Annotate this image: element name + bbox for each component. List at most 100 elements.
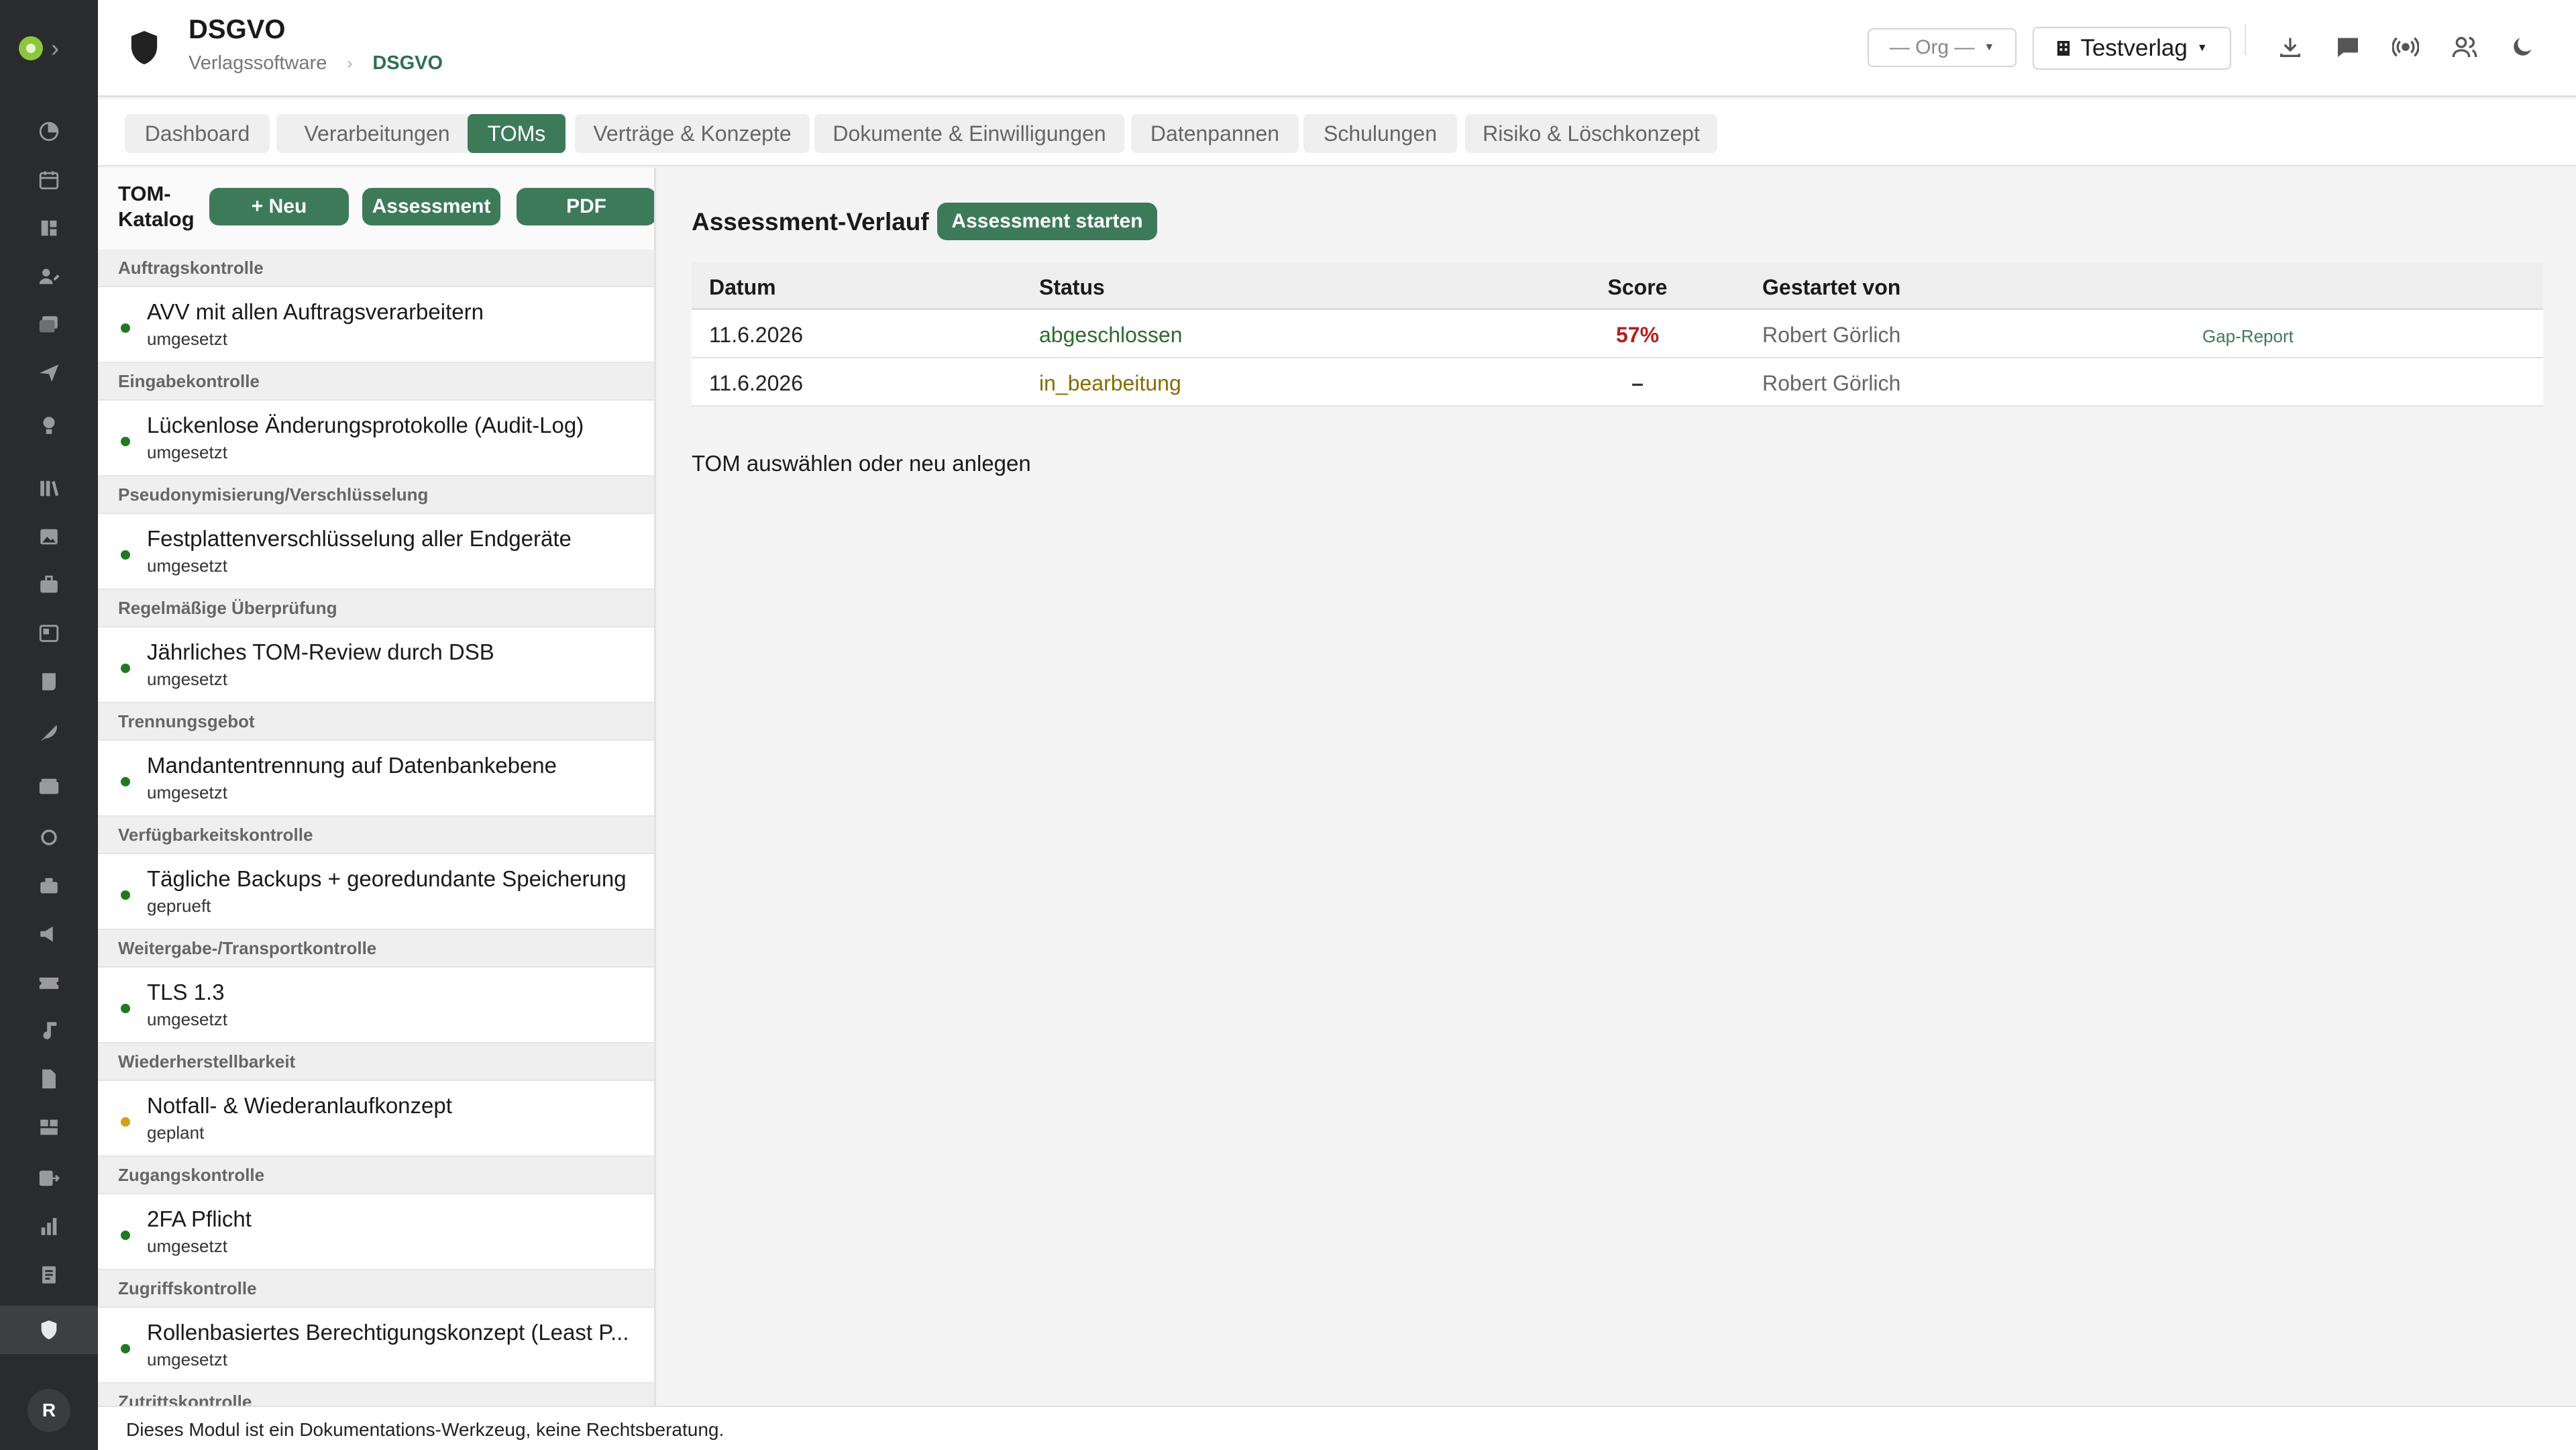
status-dot-icon	[121, 437, 130, 446]
column-header-started-by[interactable]: Gestartet von	[1762, 275, 1900, 300]
catalog-item-name: Rollenbasiertes Berechtigungskonzept (Le…	[147, 1320, 629, 1345]
catalog-item[interactable]: Jährliches TOM-Review durch DSB umgesetzt	[98, 627, 654, 703]
dark-mode-icon[interactable]	[2508, 32, 2537, 62]
catalog-item-status: umgesetzt	[147, 1349, 227, 1369]
tenant-select[interactable]: Testverlag ▼	[2033, 27, 2231, 70]
users-icon[interactable]	[2450, 32, 2479, 62]
file-icon[interactable]	[36, 1066, 62, 1092]
app-logo[interactable]	[19, 36, 43, 60]
case-icon[interactable]	[36, 872, 62, 899]
catalog-item-status: umgesetzt	[147, 669, 227, 689]
catalog-group-header: Verfügbarkeitskontrolle	[98, 817, 654, 854]
gap-report-link[interactable]: Gap-Report	[2202, 326, 2294, 347]
circle-icon[interactable]	[36, 824, 62, 851]
feather-icon[interactable]	[36, 719, 62, 746]
status-dot-icon	[121, 1004, 130, 1013]
breadcrumb-root[interactable]: Verlagssoftware	[189, 52, 327, 74]
lightbulb-icon[interactable]	[36, 412, 62, 439]
broadcast-icon[interactable]	[2391, 32, 2420, 62]
assessment-button[interactable]: Assessment	[362, 188, 500, 225]
catalog-item[interactable]: 2FA Pflicht umgesetzt	[98, 1194, 654, 1270]
cell-status: in_bearbeitung	[1039, 371, 1181, 395]
catalog-item[interactable]: Festplattenverschlüsselung aller Endgerä…	[98, 514, 654, 590]
ticket-icon[interactable]	[36, 969, 62, 996]
tab-vertraege-konzepte[interactable]: Verträge & Konzepte	[575, 114, 810, 153]
org-select[interactable]: — Org — ▼	[1868, 28, 2017, 67]
tab-schulungen[interactable]: Schulungen	[1303, 114, 1457, 153]
chat-icon[interactable]	[2333, 32, 2363, 62]
catalog-item-name: Lückenlose Änderungsprotokolle (Audit-Lo…	[147, 413, 584, 437]
catalog-item-name: 2FA Pflicht	[147, 1206, 252, 1231]
scroll-icon[interactable]	[36, 668, 62, 695]
catalog-title: TOM- Katalog	[118, 181, 195, 232]
table-header: Datum Status Score Gestartet von	[692, 263, 2543, 310]
receipt-icon[interactable]	[36, 1261, 62, 1288]
column-header-date[interactable]: Datum	[709, 275, 776, 300]
section-title: Assessment-Verlauf	[692, 208, 929, 236]
table-row[interactable]: 11.6.2026 in_bearbeitung – Robert Görlic…	[692, 358, 2543, 407]
header-divider	[2245, 24, 2246, 55]
user-avatar[interactable]: R	[28, 1389, 70, 1432]
calendar-icon[interactable]	[36, 166, 62, 193]
send-icon[interactable]	[36, 360, 62, 386]
tab-toms[interactable]: TOMs	[468, 114, 566, 153]
dashboard-icon[interactable]	[36, 118, 62, 145]
inbox-icon[interactable]	[36, 311, 62, 338]
building-icon	[2057, 41, 2070, 56]
tab-dashboard[interactable]: Dashboard	[125, 114, 270, 153]
export-icon[interactable]	[36, 1165, 62, 1192]
module-header: DSGVO Verlagssoftware › DSGVO — Org — ▼ …	[98, 0, 2576, 97]
board-icon[interactable]	[36, 620, 62, 647]
start-assessment-button[interactable]: Assessment starten	[937, 203, 1157, 240]
catalog-item-status: umgesetzt	[147, 329, 227, 349]
catalog-group-header: Regelmäßige Überprüfung	[98, 590, 654, 627]
catalog-item-name: Notfall- & Wiederanlaufkonzept	[147, 1093, 452, 1118]
cell-score: –	[1631, 371, 1644, 395]
pdf-export-button[interactable]: PDF	[517, 188, 654, 225]
status-dot-icon	[121, 664, 130, 673]
briefcase-icon[interactable]	[36, 572, 62, 599]
page-title: DSGVO	[189, 15, 286, 44]
expand-rail-icon[interactable]: ›	[51, 34, 59, 63]
breadcrumb: Verlagssoftware › DSGVO	[189, 52, 443, 74]
tab-verarbeitungen[interactable]: Verarbeitungen	[276, 114, 478, 153]
grid-icon[interactable]	[36, 215, 62, 242]
column-header-score[interactable]: Score	[1591, 275, 1684, 300]
megaphone-icon[interactable]	[36, 921, 62, 947]
warehouse-icon[interactable]	[36, 1114, 62, 1141]
tab-risiko-loeschkonzept[interactable]: Risiko & Löschkonzept	[1465, 114, 1717, 153]
catalog-item-status: umgesetzt	[147, 782, 227, 802]
catalog-item-name: Festplattenverschlüsselung aller Endgerä…	[147, 526, 572, 551]
new-tom-button[interactable]: + Neu	[209, 188, 349, 225]
assessment-panel: Assessment-Verlauf Assessment starten Da…	[658, 168, 2576, 1406]
catalog-item[interactable]: Lückenlose Änderungsprotokolle (Audit-Lo…	[98, 401, 654, 476]
catalog-item[interactable]: Notfall- & Wiederanlaufkonzept geplant	[98, 1081, 654, 1157]
wallet-icon[interactable]	[36, 773, 62, 800]
catalog-item[interactable]: Mandantentrennung auf Datenbankebene umge…	[98, 741, 654, 817]
cell-started-by: Robert Görlich	[1762, 371, 1901, 395]
image-icon[interactable]	[36, 523, 62, 550]
cell-date: 11.6.2026	[709, 323, 803, 347]
tab-dokumente-einwilligungen[interactable]: Dokumente & Einwilligungen	[814, 114, 1124, 153]
column-header-status[interactable]: Status	[1039, 275, 1105, 300]
music-icon[interactable]	[36, 1017, 62, 1044]
catalog-item[interactable]: Rollenbasiertes Berechtigungskonzept (Le…	[98, 1308, 654, 1384]
shield-icon[interactable]	[36, 1316, 62, 1343]
catalog-group-header: Weitergabe-/Transportkontrolle	[98, 930, 654, 968]
download-icon[interactable]	[2275, 32, 2305, 62]
status-dot-icon	[121, 1344, 130, 1353]
catalog-item-name: Jährliches TOM-Review durch DSB	[147, 639, 494, 664]
catalog-item-name: AVV mit allen Auftragsverarbeitern	[147, 299, 484, 324]
bar-chart-icon[interactable]	[36, 1213, 62, 1240]
table-row[interactable]: 11.6.2026 abgeschlossen 57% Robert Görli…	[692, 310, 2543, 358]
breadcrumb-current: DSGVO	[372, 52, 443, 74]
library-icon[interactable]	[36, 475, 62, 502]
user-edit-icon[interactable]	[36, 263, 62, 290]
catalog-item[interactable]: Tägliche Backups + georedundante Speiche…	[98, 854, 654, 930]
catalog-item[interactable]: TLS 1.3 umgesetzt	[98, 968, 654, 1043]
catalog-item-status: umgesetzt	[147, 1236, 227, 1256]
catalog-item[interactable]: AVV mit allen Auftragsverarbeitern umgese…	[98, 287, 654, 363]
tab-datenpannen[interactable]: Datenpannen	[1131, 114, 1299, 153]
disclaimer-footer: Dieses Modul ist ein Dokumentations-Werk…	[98, 1406, 2576, 1450]
caret-down-icon: ▼	[1984, 42, 1995, 53]
